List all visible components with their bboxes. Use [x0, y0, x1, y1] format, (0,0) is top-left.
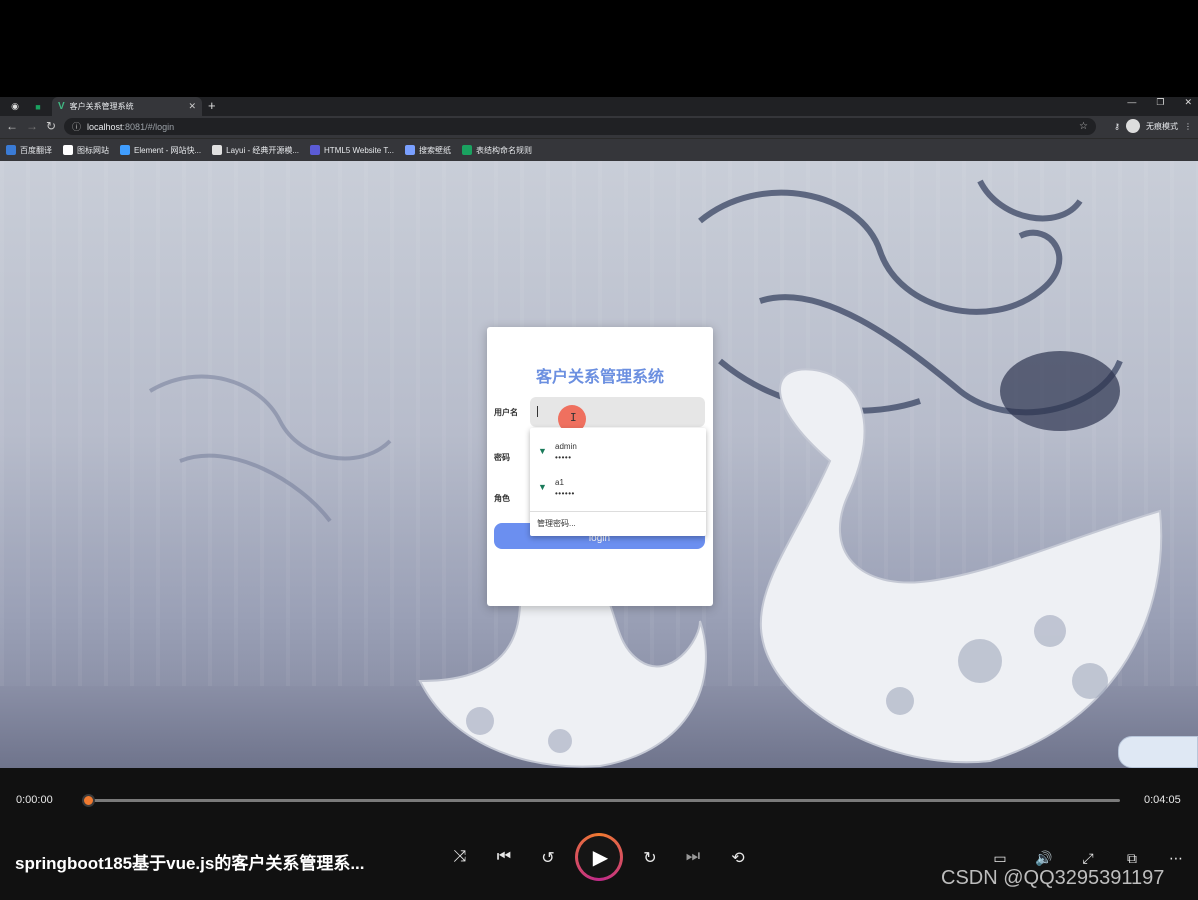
autofill-entry[interactable]: ▼ a1 •••••• — [530, 466, 706, 502]
role-label: 角色 — [494, 494, 510, 503]
text-caret — [537, 406, 538, 417]
seek-handle[interactable] — [82, 794, 95, 807]
current-time: 0:00:00 — [16, 794, 53, 806]
rewind-10-icon[interactable]: ↺ — [537, 848, 559, 868]
address-bar[interactable]: ⓘ localhost:8081/#/login ☆ — [64, 118, 1096, 135]
video-player-controls: 0:00:00 0:04:05 springboot185基于vue.js的客户… — [0, 768, 1198, 900]
ibeam-cursor-icon: I — [570, 411, 577, 424]
password-autofill-dropdown: ▼ admin ••••• ▼ a1 •••••• 管理密码... — [530, 428, 706, 536]
bookmark-label: 表结构命名规则 — [475, 145, 532, 155]
floating-widget[interactable] — [1118, 736, 1198, 768]
browser-toolbar: ← → ↻ ⓘ localhost:8081/#/login ☆ ⚷ 无痕模式 … — [0, 116, 1198, 138]
bookmark-item[interactable]: 表结构命名规则 — [461, 145, 532, 156]
forward-30-icon[interactable]: ↻ — [639, 848, 661, 868]
tab-title: 客户关系管理系统 — [69, 102, 134, 111]
repeat-off-icon[interactable]: ⟲ — [727, 848, 749, 868]
bookmark-item[interactable]: 百度翻译 — [6, 145, 52, 156]
username-label: 用户名 — [494, 408, 518, 417]
bookmark-label: Layui - 经典开源模... — [226, 145, 300, 155]
csdn-watermark: CSDN @QQ3295391197 — [941, 867, 1165, 889]
url-path: :8081/#/login — [122, 121, 175, 132]
bookmark-label: HTML5 Website T... — [324, 145, 394, 155]
right-swan — [759, 368, 1163, 764]
key-icon[interactable]: ⚷ — [1114, 122, 1120, 131]
browser-window: ◉ ■ V 客户关系管理系统 ✕ + — ❐ ✕ ← → ↻ ⓘ localho… — [0, 97, 1198, 161]
autofill-entry[interactable]: ▼ admin ••••• — [530, 430, 706, 466]
bookmark-favicon-icon — [6, 145, 16, 155]
bookmark-label: 搜索壁纸 — [418, 145, 451, 155]
minimize-icon[interactable]: — — [1127, 97, 1136, 108]
bookmark-favicon-icon — [120, 145, 130, 155]
bookmark-favicon-icon — [310, 145, 321, 155]
autofill-username: a1 — [555, 478, 564, 487]
autofill-password-mask: ••••• — [555, 453, 572, 462]
bookmark-favicon-icon — [404, 145, 415, 155]
bookmark-item[interactable]: HTML5 Website T... — [310, 145, 394, 155]
bookmark-star-icon[interactable]: ☆ — [1079, 121, 1088, 132]
total-time: 0:04:05 — [1144, 794, 1181, 806]
vue-logo-icon: ▼ — [538, 482, 547, 492]
password-label: 密码 — [494, 453, 510, 462]
bookmark-label: 百度翻译 — [20, 145, 52, 155]
back-icon[interactable]: ← — [6, 119, 18, 133]
window-controls: — ❐ ✕ — [1127, 97, 1192, 108]
bookmark-item[interactable]: 搜索壁纸 — [404, 145, 451, 156]
window-close-icon[interactable]: ✕ — [1184, 97, 1192, 108]
tab-pinned-icon[interactable]: ■ — [31, 100, 45, 113]
bookmark-item[interactable]: 图标网站 — [63, 145, 109, 156]
manage-passwords-link[interactable]: 管理密码... — [537, 518, 576, 529]
previous-icon[interactable]: ⏮ — [493, 848, 515, 866]
username-input[interactable] — [530, 397, 705, 427]
seek-bar[interactable] — [88, 799, 1120, 802]
login-title: 客户关系管理系统 — [535, 369, 664, 386]
bookmark-label: Element - 网站快... — [134, 145, 202, 155]
bookmark-favicon-icon — [461, 145, 472, 155]
bookmark-favicon-icon — [212, 145, 223, 155]
fullscreen-icon[interactable]: ⤢ — [1078, 850, 1098, 867]
bookmark-label: 图标网站 — [77, 145, 109, 155]
bookmark-item[interactable]: Element - 网站快... — [120, 145, 201, 156]
volume-icon[interactable]: 🔊 — [1034, 850, 1054, 867]
video-title: springboot185基于vue.js的客户关系管理系... — [15, 854, 365, 873]
browser-menu-icon[interactable]: ⋮ — [1184, 122, 1192, 131]
profile-label[interactable]: 无痕模式 — [1146, 121, 1178, 132]
site-info-icon[interactable]: ⓘ — [72, 120, 81, 133]
reload-icon[interactable]: ↻ — [46, 119, 56, 133]
bookmark-favicon-icon — [63, 145, 73, 155]
play-icon: ▶ — [578, 836, 620, 878]
toolbar-right: ⚷ 无痕模式 ⋮ — [1114, 119, 1192, 133]
shuffle-icon[interactable]: ⤨ — [449, 848, 471, 866]
tab-search-icon[interactable]: ◉ — [8, 100, 22, 113]
bookmarks-bar: 百度翻译 图标网站 Element - 网站快... Layui - 经典开源模...… — [0, 138, 1198, 161]
left-swirl-ornament — [148, 374, 392, 523]
subtitles-icon[interactable]: ▭ — [990, 850, 1010, 867]
tab-active[interactable]: V 客户关系管理系统 ✕ — [52, 97, 202, 116]
autofill-divider — [530, 511, 706, 512]
tab-close-icon[interactable]: ✕ — [188, 101, 196, 112]
play-button[interactable]: ▶ — [575, 833, 623, 881]
more-icon[interactable]: ⋯ — [1166, 850, 1186, 867]
autofill-password-mask: •••••• — [555, 489, 575, 498]
vue-logo-icon: ▼ — [538, 446, 547, 456]
new-tab-icon[interactable]: + — [208, 98, 216, 113]
dark-flower-shape — [1000, 351, 1120, 431]
incognito-avatar[interactable] — [1126, 119, 1140, 133]
vue-favicon-icon: V — [58, 101, 65, 112]
next-icon[interactable]: ⏭ — [682, 848, 704, 866]
tab-strip: ◉ ■ V 客户关系管理系统 ✕ + — ❐ ✕ — [0, 97, 1198, 116]
restore-icon[interactable]: ❐ — [1156, 97, 1164, 108]
autofill-username: admin — [555, 442, 577, 451]
bookmark-item[interactable]: Layui - 经典开源模... — [212, 145, 299, 156]
url-host: localhost — [87, 121, 123, 132]
forward-icon[interactable]: → — [26, 119, 38, 133]
miniplayer-icon[interactable]: ⧉ — [1122, 850, 1142, 867]
